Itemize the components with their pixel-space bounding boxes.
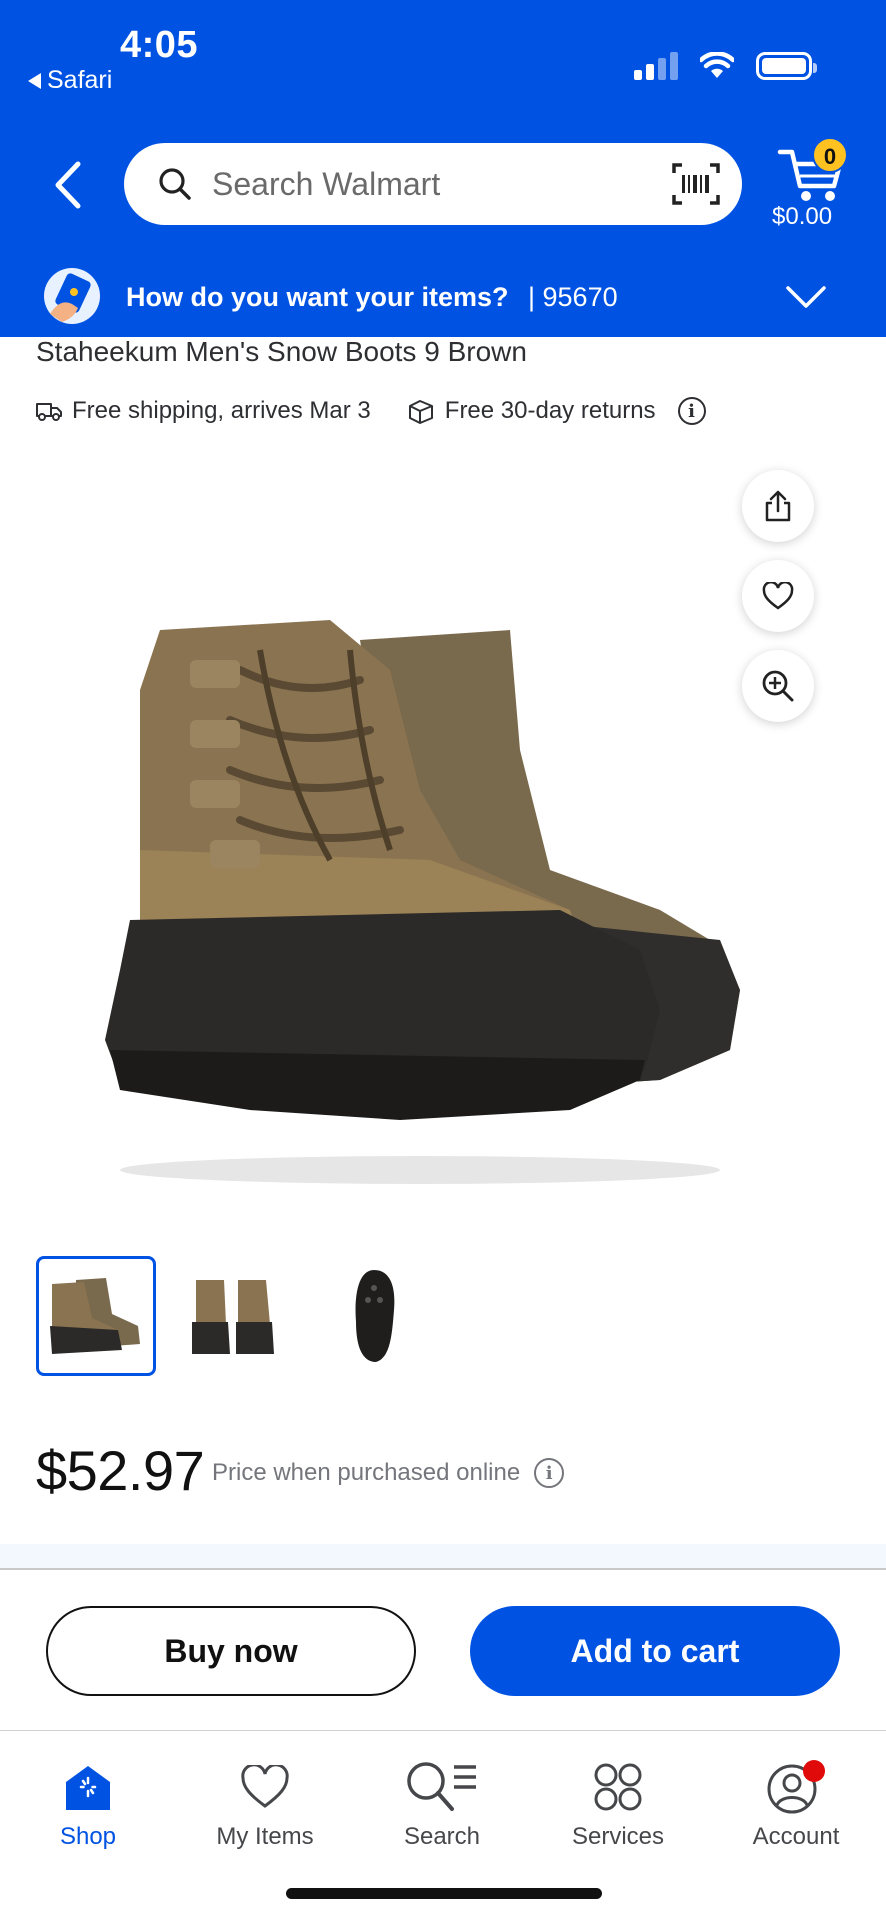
- product-title: Staheekum Men's Snow Boots 9 Brown: [36, 336, 527, 367]
- tab-my-items[interactable]: My Items: [185, 1759, 345, 1851]
- tab-services-label: Services: [571, 1823, 665, 1850]
- cellular-signal-icon: [634, 50, 678, 80]
- price: $52.97: [36, 1439, 205, 1502]
- shipping-text: Free shipping, arrives Mar 3: [72, 397, 371, 424]
- truck-icon: [36, 403, 62, 421]
- tab-search[interactable]: Search: [362, 1759, 522, 1851]
- tab-account[interactable]: Account: [716, 1759, 876, 1851]
- status-icons: [634, 50, 817, 80]
- thumbnail-3[interactable]: [314, 1256, 434, 1376]
- heart-icon: [241, 1765, 289, 1808]
- header: 4:05 Safari Search Walmart 0 $0.00 How d…: [0, 0, 886, 337]
- chevron-down-icon: [786, 286, 826, 308]
- boot-pair-side-image: [50, 1278, 140, 1354]
- back-app-label: Safari: [47, 66, 113, 94]
- buy-now-button[interactable]: Buy now: [46, 1606, 416, 1696]
- boot-sole-image: [355, 1270, 395, 1362]
- shop-icon: [66, 1766, 110, 1810]
- fulfillment-info: Free shipping, arrives Mar 3 Free 30-day…: [36, 394, 706, 428]
- zoom-button[interactable]: [742, 650, 814, 722]
- wifi-icon: [700, 52, 734, 78]
- tab-search-label: Search: [403, 1823, 481, 1850]
- back-to-app-link[interactable]: Safari: [28, 66, 112, 95]
- share-button[interactable]: [742, 470, 814, 542]
- tab-my-items-label: My Items: [216, 1823, 314, 1850]
- search-icon: [159, 168, 191, 200]
- return-box-icon: [408, 400, 433, 424]
- account-icon: [767, 1760, 825, 1814]
- barcode-scan-icon[interactable]: [672, 163, 720, 205]
- delivery-selector[interactable]: How do you want your items? | 95670: [0, 262, 886, 337]
- delivery-zip: | 95670: [528, 282, 618, 312]
- cart-count-badge: 0: [812, 137, 848, 173]
- delivery-illustration-icon: [44, 268, 100, 324]
- delivery-question: How do you want your items?: [126, 282, 509, 312]
- search-placeholder: Search Walmart: [212, 165, 441, 202]
- search-list-icon: [407, 1762, 476, 1811]
- tab-shop-label: Shop: [59, 1823, 117, 1850]
- tab-account-label: Account: [752, 1823, 840, 1850]
- info-icon[interactable]: i: [677, 397, 706, 425]
- returns-text: Free 30-day returns: [444, 397, 656, 424]
- price-info-icon[interactable]: i: [534, 1458, 565, 1488]
- status-time: 4:05: [120, 24, 199, 66]
- boot-pair-front-image: [192, 1280, 274, 1354]
- battery-icon: [756, 52, 817, 80]
- tab-services[interactable]: Services: [538, 1759, 698, 1851]
- thumbnail-1[interactable]: [36, 1256, 156, 1376]
- search-input[interactable]: Search Walmart: [124, 143, 742, 225]
- cart-total: $0.00: [772, 203, 833, 230]
- share-icon: [765, 490, 791, 522]
- back-triangle-icon: [28, 72, 41, 89]
- price-note: Price when purchased online i: [212, 1458, 565, 1488]
- favorite-button[interactable]: [742, 560, 814, 632]
- price-note-text: Price when purchased online: [212, 1459, 521, 1486]
- zoom-in-icon: [762, 670, 794, 702]
- section-divider: [0, 1544, 886, 1570]
- add-to-cart-button[interactable]: Add to cart: [470, 1606, 840, 1696]
- product-image[interactable]: [100, 610, 800, 1200]
- home-indicator: [286, 1888, 602, 1899]
- grid-circles-icon: [594, 1763, 642, 1811]
- thumbnail-2[interactable]: [172, 1256, 292, 1376]
- tab-shop[interactable]: Shop: [8, 1759, 168, 1851]
- heart-icon: [762, 582, 794, 610]
- back-arrow-icon[interactable]: [48, 160, 88, 210]
